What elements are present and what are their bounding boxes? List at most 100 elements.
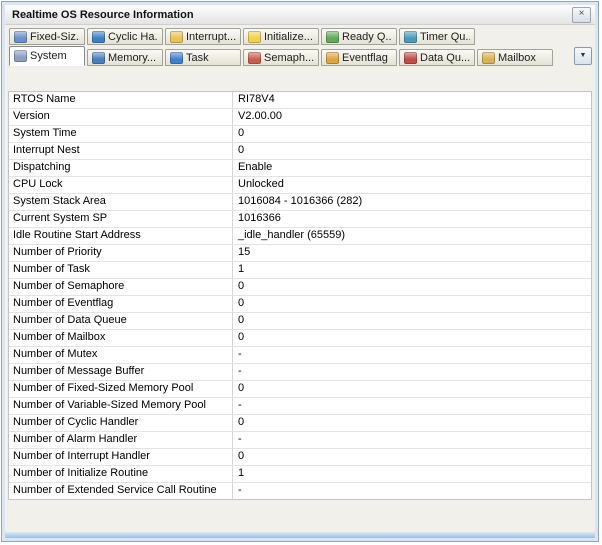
value-cell: 0 xyxy=(233,313,591,329)
tab-label: Interrupt... xyxy=(186,31,236,43)
tab-strip-primary: Fixed-Siz...Cyclic Ha... Interrupt... Init… xyxy=(5,25,595,45)
value-cell: - xyxy=(233,398,591,414)
close-icon[interactable]: × xyxy=(572,7,591,23)
resource-table: RTOS NameRI78V4VersionV2.00.00System Tim… xyxy=(8,91,592,500)
table-row[interactable]: Current System SP1016366 xyxy=(9,211,591,228)
value-cell: 0 xyxy=(233,330,591,346)
table-row[interactable]: Number of Fixed-Sized Memory Pool0 xyxy=(9,381,591,398)
mailbox-icon xyxy=(482,52,495,64)
value-cell: - xyxy=(233,364,591,380)
property-cell: Number of Task xyxy=(9,262,233,278)
tab-mailbox[interactable]: Mailbox xyxy=(477,49,553,66)
value-cell: Unlocked xyxy=(233,177,591,193)
table-row[interactable]: CPU LockUnlocked xyxy=(9,177,591,194)
table-row[interactable]: Number of Interrupt Handler0 xyxy=(9,449,591,466)
tab-initialize[interactable]: Initialize... xyxy=(243,28,319,45)
table-row[interactable]: Number of Message Buffer- xyxy=(9,364,591,381)
tab-label: Eventflag xyxy=(342,52,388,64)
data-queue-icon xyxy=(404,52,417,64)
table-row[interactable]: Number of Mutex- xyxy=(9,347,591,364)
value-cell: 15 xyxy=(233,245,591,261)
value-cell: _idle_handler (65559) xyxy=(233,228,591,244)
property-cell: Number of Data Queue xyxy=(9,313,233,329)
property-cell: Number of Message Buffer xyxy=(9,364,233,380)
eventflag-icon xyxy=(326,52,339,64)
value-cell: 0 xyxy=(233,296,591,312)
tab-ready-queue[interactable]: Ready Q... xyxy=(321,28,397,45)
value-cell: - xyxy=(233,432,591,448)
value-cell: 0 xyxy=(233,449,591,465)
property-cell: Number of Cyclic Handler xyxy=(9,415,233,431)
property-cell: Number of Semaphore xyxy=(9,279,233,295)
property-cell: Number of Variable-Sized Memory Pool xyxy=(9,398,233,414)
table-row[interactable]: Number of Semaphore0 xyxy=(9,279,591,296)
property-cell: Number of Mutex xyxy=(9,347,233,363)
tab-strip-secondary: System Memory... Task Semaph... Eventflag Dat… xyxy=(5,45,595,66)
value-cell: 0 xyxy=(233,415,591,431)
tab-label: Initialize... xyxy=(264,31,313,43)
tab-memory[interactable]: Memory... xyxy=(87,49,163,66)
property-cell: Current System SP xyxy=(9,211,233,227)
table-row[interactable]: VersionV2.00.00 xyxy=(9,109,591,126)
title-bar[interactable]: Realtime OS Resource Information × xyxy=(5,5,595,25)
tab-overflow-dropdown-icon[interactable]: ▼ xyxy=(574,47,592,65)
tab-system[interactable]: System xyxy=(9,46,85,66)
tab-label: Semaph... xyxy=(264,52,314,64)
value-cell: 0 xyxy=(233,126,591,142)
table-row[interactable]: Number of Cyclic Handler0 xyxy=(9,415,591,432)
table-row[interactable]: Idle Routine Start Address_idle_handler … xyxy=(9,228,591,245)
tab-semaphore[interactable]: Semaph... xyxy=(243,49,319,66)
value-cell: RI78V4 xyxy=(233,92,591,108)
property-cell: Number of Fixed-Sized Memory Pool xyxy=(9,381,233,397)
tab-data-queue[interactable]: Data Qu... xyxy=(399,49,475,66)
initialize-icon xyxy=(248,31,261,43)
property-cell: System Time xyxy=(9,126,233,142)
tab-timer-queue[interactable]: Timer Qu... xyxy=(399,28,475,45)
property-cell: Interrupt Nest xyxy=(9,143,233,159)
tab-label: System xyxy=(30,50,67,62)
value-cell: 1 xyxy=(233,262,591,278)
system-icon xyxy=(14,50,27,62)
tab-label: Timer Qu... xyxy=(420,31,470,43)
property-cell: Number of Extended Service Call Routine xyxy=(9,483,233,499)
tab-cyclic-handler[interactable]: Cyclic Ha... xyxy=(87,28,163,45)
window-bottom-edge xyxy=(5,533,595,538)
realtime-os-resource-window: Realtime OS Resource Information × Fixed… xyxy=(1,1,599,542)
property-cell: CPU Lock xyxy=(9,177,233,193)
property-cell: Number of Mailbox xyxy=(9,330,233,346)
tab-fixed-size-memory-pool[interactable]: Fixed-Siz... xyxy=(9,28,85,45)
property-cell: RTOS Name xyxy=(9,92,233,108)
table-row[interactable]: RTOS NameRI78V4 xyxy=(9,92,591,109)
tab-eventflag[interactable]: Eventflag xyxy=(321,49,397,66)
tab-label: Task xyxy=(186,52,209,64)
property-cell: Idle Routine Start Address xyxy=(9,228,233,244)
property-cell: Version xyxy=(9,109,233,125)
table-row[interactable]: System Time0 xyxy=(9,126,591,143)
semaphore-icon xyxy=(248,52,261,64)
table-row[interactable]: Number of Alarm Handler- xyxy=(9,432,591,449)
ready-queue-icon xyxy=(326,31,339,43)
tab-task[interactable]: Task xyxy=(165,49,241,66)
property-cell: Number of Eventflag xyxy=(9,296,233,312)
value-cell: - xyxy=(233,483,591,499)
value-cell: - xyxy=(233,347,591,363)
table-row[interactable]: Number of Eventflag0 xyxy=(9,296,591,313)
table-row[interactable]: Number of Task1 xyxy=(9,262,591,279)
table-row[interactable]: Number of Mailbox0 xyxy=(9,330,591,347)
tab-interrupt[interactable]: Interrupt... xyxy=(165,28,241,45)
table-row[interactable]: Number of Variable-Sized Memory Pool- xyxy=(9,398,591,415)
window-title: Realtime OS Resource Information xyxy=(12,9,572,21)
table-row[interactable]: DispatchingEnable xyxy=(9,160,591,177)
value-cell: V2.00.00 xyxy=(233,109,591,125)
tab-label: Memory... xyxy=(108,52,156,64)
property-cell: Number of Initialize Routine xyxy=(9,466,233,482)
property-cell: Dispatching xyxy=(9,160,233,176)
table-row[interactable]: Number of Initialize Routine1 xyxy=(9,466,591,483)
table-row[interactable]: System Stack Area1016084 - 1016366 (282) xyxy=(9,194,591,211)
property-cell: System Stack Area xyxy=(9,194,233,210)
window-inner: Realtime OS Resource Information × Fixed… xyxy=(5,5,595,532)
table-row[interactable]: Number of Data Queue0 xyxy=(9,313,591,330)
table-row[interactable]: Number of Priority15 xyxy=(9,245,591,262)
table-row[interactable]: Number of Extended Service Call Routine- xyxy=(9,483,591,499)
table-row[interactable]: Interrupt Nest0 xyxy=(9,143,591,160)
